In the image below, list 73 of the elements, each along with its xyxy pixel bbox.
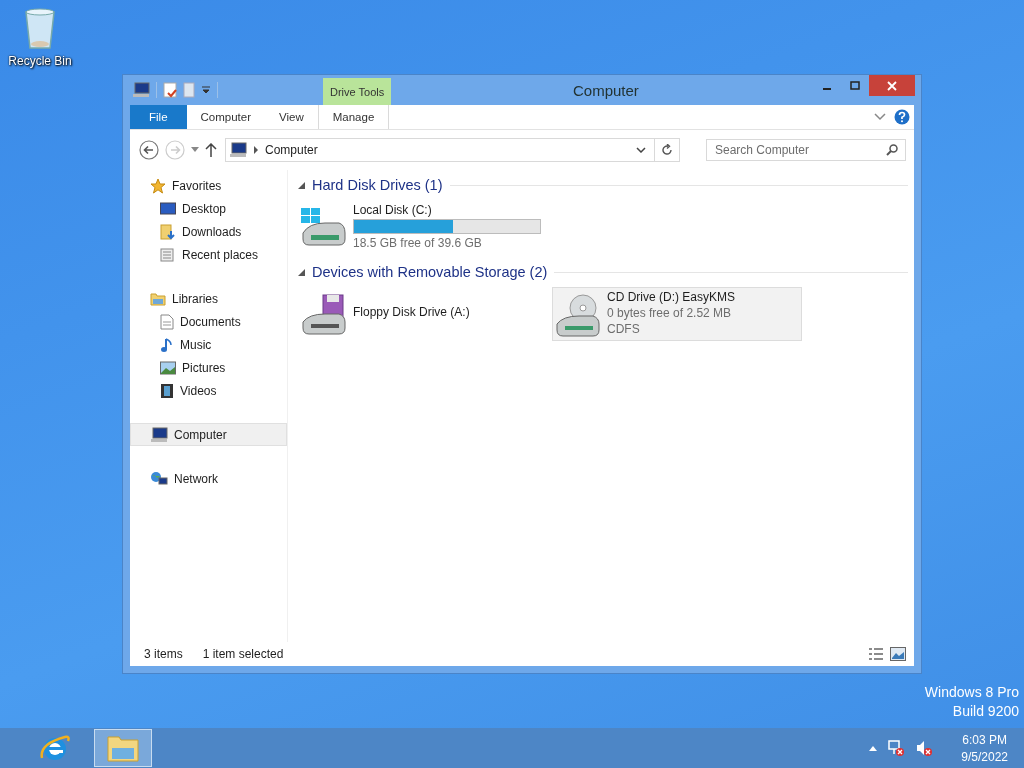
picture-icon — [160, 360, 176, 375]
cd-drive-icon — [553, 294, 601, 338]
up-arrow-icon[interactable] — [205, 143, 217, 157]
back-button-icon[interactable] — [139, 140, 159, 160]
drive-name: CD Drive (D:) EasyKMS — [607, 290, 736, 304]
globe-computer-icon — [150, 470, 168, 487]
dropdown-icon[interactable] — [201, 85, 211, 95]
ribbon-tab[interactable]: Computer — [186, 105, 266, 129]
nav-item[interactable]: Videos — [130, 379, 287, 402]
drive-name: Local Disk (C:) — [353, 203, 433, 217]
ribbon-tab[interactable]: Manage — [317, 105, 390, 129]
search-field[interactable]: Search Computer — [706, 139, 906, 161]
star-icon — [150, 177, 166, 194]
drive-detail: 18.5 GB free of 39.6 GB — [353, 236, 483, 250]
build-text: Build 9200 — [952, 703, 1019, 719]
nav-item[interactable]: Computer — [130, 423, 287, 446]
expand-ribbon-icon[interactable] — [874, 113, 886, 121]
nav-item[interactable]: Recent places — [130, 243, 287, 266]
recent-places-icon — [160, 246, 176, 263]
history-dropdown-icon[interactable] — [191, 147, 199, 153]
nav-item[interactable]: Music — [130, 333, 287, 356]
nav-item[interactable]: Libraries — [130, 287, 287, 310]
film-icon — [160, 382, 174, 399]
desktop-icon — [160, 201, 176, 216]
taskbar-clock[interactable]: 6:03 PM 9/5/2022 — [955, 732, 1014, 764]
recycle-bin-icon[interactable] — [22, 6, 58, 50]
window-title: Computer — [573, 82, 639, 99]
hard-drive-icon — [299, 207, 347, 247]
show-hidden-icons-icon[interactable] — [869, 745, 878, 751]
speaker-muted-icon[interactable] — [915, 739, 934, 757]
refresh-icon[interactable] — [661, 144, 673, 156]
nav-item[interactable]: Documents — [130, 310, 287, 333]
nav-item[interactable]: Favorites — [130, 174, 287, 197]
edition-text: Windows 8 Pro — [924, 684, 1019, 700]
context-tab-group: Drive Tools — [323, 78, 392, 105]
floppy-drive-icon — [299, 294, 347, 336]
close-button[interactable] — [869, 75, 915, 96]
nav-item[interactable]: Downloads — [130, 220, 287, 243]
music-note-icon — [160, 336, 174, 353]
item-count: 3 items — [144, 647, 183, 661]
drive-tile[interactable]: Local Disk (C:) 18.5 GB free of 39.6 GB — [298, 200, 548, 253]
breadcrumb-arrow-icon[interactable] — [253, 146, 259, 154]
computer-icon — [150, 426, 168, 443]
group-heading[interactable]: Devices with Removable Storage (2) — [312, 264, 548, 280]
details-view-icon[interactable] — [868, 647, 884, 661]
collapse-arrow-icon[interactable] — [298, 268, 305, 276]
address-text[interactable]: Computer — [265, 143, 630, 157]
drive-tile[interactable]: Floppy Disk Drive (A:) — [298, 287, 548, 341]
help-icon[interactable] — [894, 109, 910, 125]
close-icon[interactable] — [887, 80, 897, 91]
ribbon-tab[interactable]: File — [130, 105, 187, 129]
download-folder-icon — [160, 223, 176, 240]
selection-count: 1 item selected — [202, 647, 284, 661]
drive-tile[interactable]: CD Drive (D:) EasyKMS 0 bytes free of 2.52 MB CDFS — [552, 287, 802, 341]
address-dropdown-icon[interactable] — [636, 147, 646, 153]
drive-detail: CDFS — [607, 322, 641, 336]
maximize-icon[interactable] — [850, 80, 860, 91]
drive-detail: 0 bytes free of 2.52 MB — [607, 306, 733, 320]
nav-item[interactable]: Network — [130, 467, 287, 490]
search-icon[interactable] — [886, 144, 898, 156]
computer-icon — [229, 142, 247, 158]
drive-name: Floppy Disk Drive (A:) — [353, 305, 471, 319]
address-bar[interactable]: Computer — [225, 138, 680, 162]
group-heading[interactable]: Hard Disk Drives (1) — [312, 177, 443, 193]
ribbon-tab[interactable]: View — [265, 105, 318, 129]
computer-icon[interactable] — [132, 82, 150, 98]
document-icon — [160, 313, 174, 330]
nav-item[interactable]: Pictures — [130, 356, 287, 379]
network-error-icon[interactable] — [887, 739, 906, 757]
nav-item[interactable]: Desktop — [130, 197, 287, 220]
properties-icon[interactable] — [163, 82, 177, 98]
large-icons-view-icon[interactable] — [890, 647, 906, 661]
collapse-arrow-icon[interactable] — [298, 181, 305, 189]
